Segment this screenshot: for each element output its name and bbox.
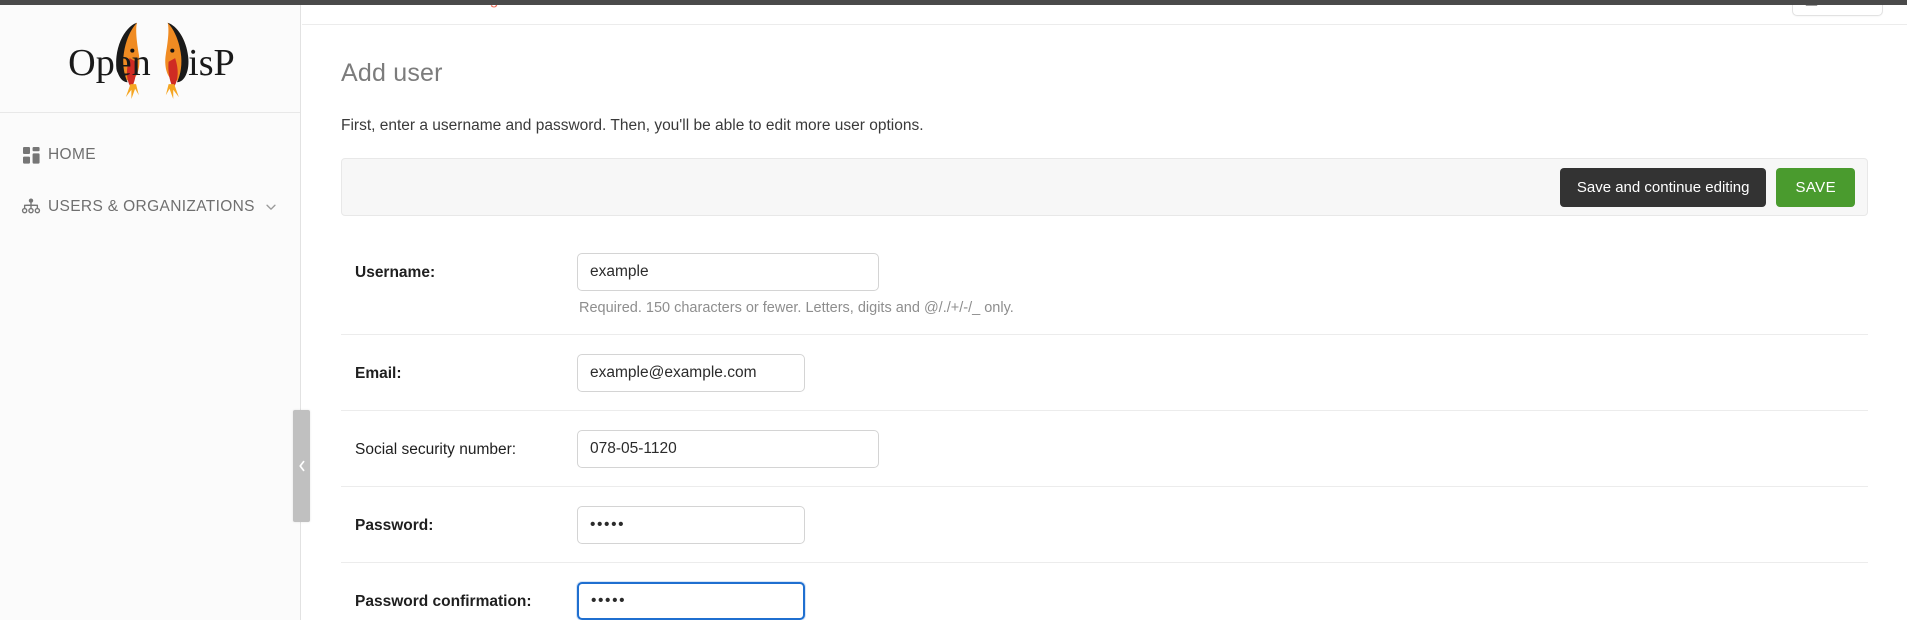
- control-email: [577, 354, 1868, 392]
- control-password: [577, 506, 1868, 544]
- breadcrumb: Home›Users and Organizations›Users›Add u…: [341, 5, 701, 9]
- save-button[interactable]: SAVE: [1776, 168, 1855, 207]
- app-root: Open isP HOME: [0, 0, 1907, 620]
- input-password-confirmation[interactable]: [577, 582, 805, 620]
- svg-text:isP: isP: [188, 41, 235, 83]
- user-menu-button[interactable]: admin: [1792, 5, 1883, 16]
- save-and-continue-editing-button[interactable]: Save and continue editing: [1560, 168, 1767, 207]
- sidebar-nav: HOME USERS & ORGANIZATIONS: [0, 113, 300, 233]
- label-social-security-number: Social security number:: [355, 430, 577, 459]
- sidebar-item-users-and-organizations[interactable]: USERS & ORGANIZATIONS: [0, 181, 300, 233]
- breadcrumb-link-users[interactable]: Users: [583, 5, 623, 8]
- breadcrumb-separator: ›: [382, 5, 397, 8]
- breadcrumb-link-users-and-organizations[interactable]: Users and Organizations: [398, 5, 569, 8]
- user-menu-label: admin: [1827, 5, 1868, 8]
- add-user-form: Username: Required. 150 characters or few…: [341, 234, 1907, 620]
- breadcrumb-current: Add user: [639, 5, 701, 8]
- input-social-security-number[interactable]: [577, 430, 879, 468]
- chevron-down-icon[interactable]: [264, 200, 278, 214]
- breadcrumb-separator: ›: [624, 5, 639, 8]
- chevron-left-icon: [298, 460, 306, 472]
- label-password-confirmation: Password confirmation:: [355, 582, 577, 611]
- svg-text:Open: Open: [68, 41, 151, 83]
- form-row-username: Username: Required. 150 characters or few…: [341, 234, 1868, 335]
- top-accent-bar: [0, 0, 1907, 5]
- label-username: Username:: [355, 253, 577, 282]
- sidebar: Open isP HOME: [0, 5, 301, 620]
- breadcrumb-separator: ›: [568, 5, 583, 8]
- input-email[interactable]: [577, 354, 805, 392]
- org-chart-icon: [14, 194, 48, 220]
- control-username: Required. 150 characters or fewer. Lette…: [577, 253, 1868, 316]
- control-password-confirmation: Enter the same password as before, for v…: [577, 582, 1868, 620]
- label-password: Password:: [355, 506, 577, 535]
- sidebar-item-label: HOME: [48, 146, 96, 164]
- page-intro-text: First, enter a username and password. Th…: [341, 117, 1907, 135]
- dashboard-grid-icon: [14, 142, 48, 168]
- control-social-security-number: [577, 430, 1868, 468]
- form-row-email: Email:: [341, 335, 1868, 411]
- form-row-password-confirmation: Password confirmation:Enter the same pas…: [341, 563, 1868, 620]
- form-row-password: Password:: [341, 487, 1868, 563]
- sidebar-collapse-handle[interactable]: [293, 410, 310, 522]
- breadcrumb-link-home[interactable]: Home: [341, 5, 382, 8]
- sidebar-item-label: USERS & ORGANIZATIONS: [48, 198, 255, 216]
- page-content: Add user First, enter a username and pas…: [302, 59, 1907, 620]
- help-text-username: Required. 150 characters or fewer. Lette…: [577, 300, 1868, 316]
- input-username[interactable]: [577, 253, 879, 291]
- label-email: Email:: [355, 354, 577, 383]
- main-area: Home›Users and Organizations›Users›Add u…: [302, 5, 1907, 620]
- form-row-social-security-number: Social security number:: [341, 411, 1868, 487]
- input-password[interactable]: [577, 506, 805, 544]
- page-title: Add user: [341, 59, 1907, 88]
- openwisp-logo-icon: Open isP: [57, 17, 243, 101]
- breadcrumb-bar: Home›Users and Organizations›Users›Add u…: [302, 5, 1907, 25]
- sidebar-item-home[interactable]: HOME: [0, 129, 300, 181]
- person-icon: [1804, 5, 1819, 7]
- brand-logo[interactable]: Open isP: [0, 5, 300, 113]
- submit-toolbar-top: Save and continue editing SAVE: [341, 158, 1868, 216]
